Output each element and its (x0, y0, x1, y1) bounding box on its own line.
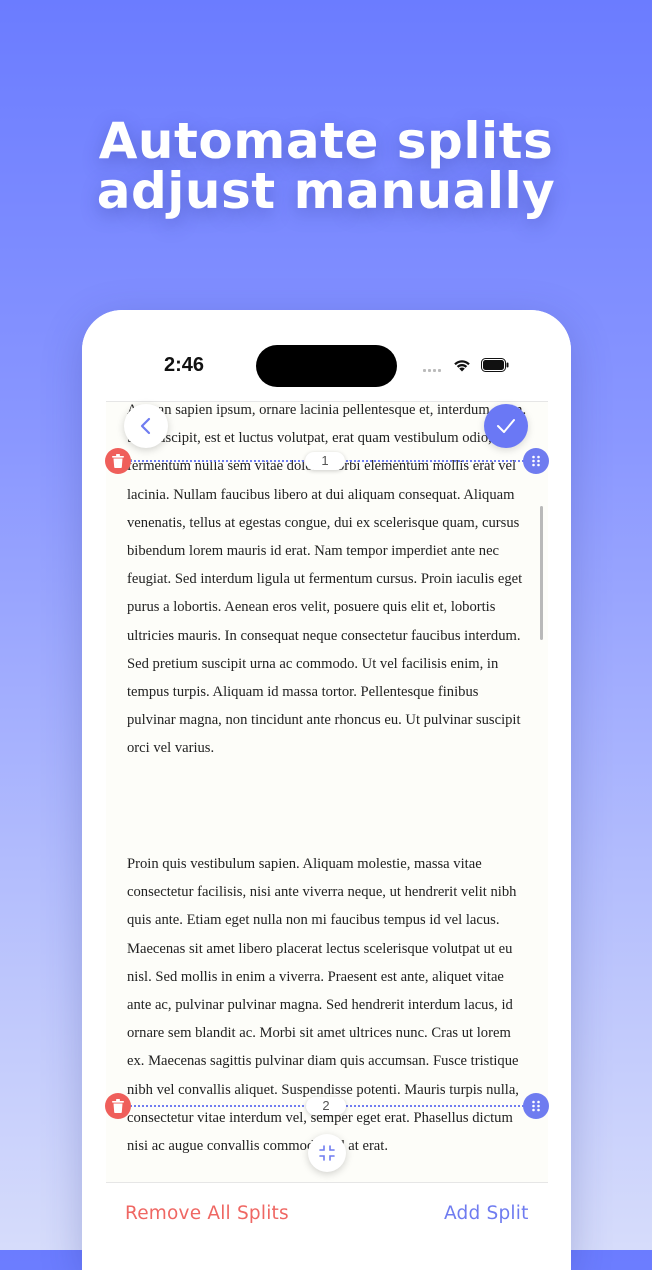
add-split-button[interactable]: Add Split (444, 1203, 529, 1224)
drag-handle-icon (532, 455, 540, 467)
document-viewer[interactable]: Aenean sapien ipsum, ornare lacinia pell… (106, 402, 548, 1182)
split-2-number: 2 (306, 1097, 346, 1115)
trash-icon (112, 1099, 124, 1113)
trash-icon (112, 454, 124, 468)
checkmark-icon (497, 419, 515, 433)
headline-line-1: Automate splits (98, 112, 554, 170)
cellular-signal-icon (423, 369, 445, 373)
compress-button[interactable] (308, 1134, 346, 1172)
chevron-left-icon (140, 417, 151, 435)
drag-split-2-handle[interactable] (523, 1093, 549, 1119)
status-bar: 2:46 (82, 310, 571, 402)
bottom-action-bar: Remove All Splits Add Split (82, 1183, 571, 1270)
status-time: 2:46 (164, 354, 205, 376)
remove-all-splits-button[interactable]: Remove All Splits (125, 1203, 289, 1224)
delete-split-1-button[interactable] (105, 448, 131, 474)
drag-handle-icon (532, 1100, 540, 1112)
phone-frame: 2:46 Aenean sapien ipsum, ornare lacinia… (82, 310, 571, 1270)
scrollbar[interactable] (540, 506, 543, 640)
drag-split-1-handle[interactable] (523, 448, 549, 474)
headline-line-2: adjust manually (96, 162, 556, 220)
split-1-number: 1 (305, 452, 345, 470)
compress-icon (319, 1145, 335, 1161)
headline: Automate splits adjust manually (0, 116, 652, 216)
back-button[interactable] (124, 404, 168, 448)
dynamic-island (256, 345, 397, 387)
delete-split-2-button[interactable] (105, 1093, 131, 1119)
battery-icon (481, 358, 509, 372)
confirm-button[interactable] (484, 404, 528, 448)
wifi-icon (454, 360, 470, 372)
